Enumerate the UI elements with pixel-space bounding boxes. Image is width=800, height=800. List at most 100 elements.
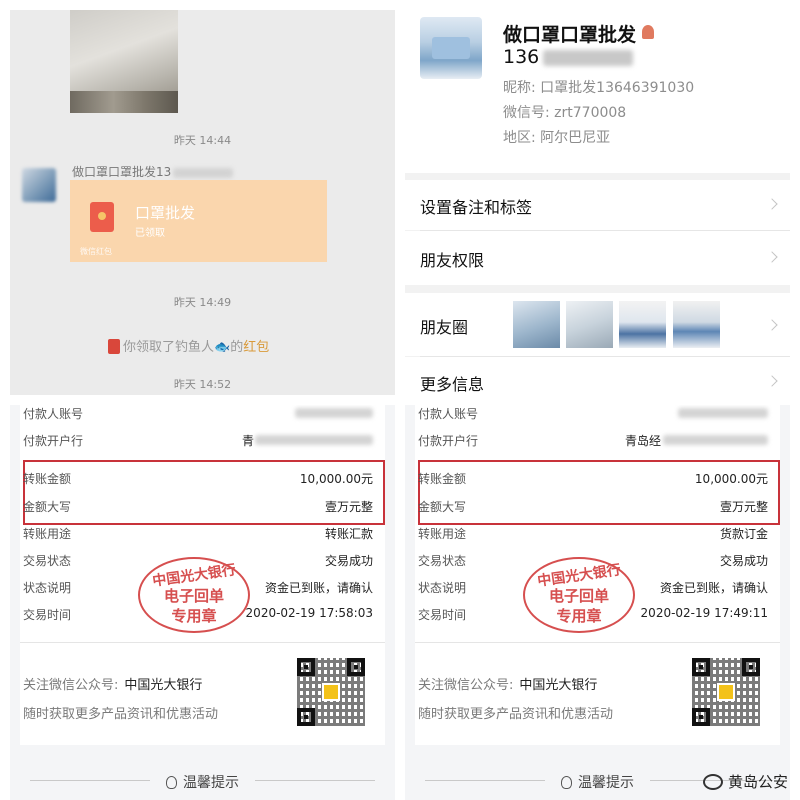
bank-logo-icon — [717, 683, 735, 701]
profile-avatar[interactable] — [420, 17, 482, 79]
moments-photo[interactable] — [513, 301, 560, 348]
qr-finder — [692, 658, 710, 676]
profile-name-text: 做口罩口罩批发 — [503, 24, 637, 46]
payer-account-label: 付款人账号 — [418, 407, 479, 421]
red-packet-footer: 微信红包 — [80, 247, 112, 256]
profile-nickname: 昵称: 口罩批发13646391030 — [503, 80, 695, 96]
promo-text: 随时获取更多产品资讯和优惠活动 — [418, 707, 614, 722]
chevron-right-icon — [766, 198, 778, 210]
police-watermark: 黄岛公安 — [702, 771, 788, 792]
purpose-label: 转账用途 — [23, 527, 72, 541]
timestamp: 昨天 14:44 — [173, 134, 232, 147]
amount-upper-label: 金额大写 — [23, 500, 72, 514]
bank-seal-stamp: 中国光大银行 电子回单 专用章 — [138, 557, 250, 633]
amount-upper-label: 金额大写 — [418, 500, 467, 514]
profile-phone-text: 136 — [503, 46, 540, 68]
menu-item-label: 设置备注和标签 — [420, 198, 533, 217]
red-packet-icon — [108, 339, 120, 354]
status-label: 交易状态 — [23, 554, 72, 568]
red-packet-title: 口罩批发 — [135, 204, 196, 222]
profile-wechat-id: 微信号: zrt770008 — [503, 105, 627, 121]
tip-title: 温馨提示 — [10, 772, 395, 792]
time-value: 2020-02-19 17:49:11 — [640, 606, 768, 620]
amount-label: 转账金额 — [23, 472, 72, 486]
qr-code[interactable] — [297, 658, 365, 726]
chevron-right-icon — [766, 319, 778, 331]
payer-bank-label: 付款开户行 — [23, 434, 84, 448]
desc-value: 资金已到账，请确认 — [264, 581, 373, 595]
notice-text: 的 — [230, 340, 244, 355]
red-packet-link[interactable]: 红包 — [243, 340, 269, 355]
amount-value: 10,000.00元 — [299, 472, 373, 486]
follow-value: 中国光大银行 — [124, 678, 203, 693]
chat-image-message[interactable] — [70, 10, 178, 113]
menu-item-label: 朋友权限 — [420, 251, 485, 270]
payer-bank-value: 青 — [241, 434, 254, 448]
qr-finder — [297, 708, 315, 726]
red-packet-status: 已领取 — [135, 228, 165, 239]
follow-value: 中国光大银行 — [519, 678, 598, 693]
payer-bank-value: 青岛经 — [624, 434, 661, 448]
qr-finder — [692, 708, 710, 726]
follow-account: 关注微信公众号: 中国光大银行 — [23, 674, 202, 693]
menu-item-label: 朋友圈 — [420, 318, 469, 337]
bank-receipt-1: 付款人账号 付款开户行 青 转账金额 10,000.00元 金额大写 壹万元整 … — [10, 405, 395, 800]
notice-text: 你领取了钓鱼人 — [123, 340, 215, 355]
red-packet-icon — [90, 202, 114, 232]
amount-upper-value: 壹万元整 — [324, 500, 373, 514]
profile-region: 地区: 阿尔巴尼亚 — [503, 130, 611, 146]
red-packet-message[interactable]: 口罩批发 已领取 微信红包 — [70, 180, 327, 262]
profile-phone: 136 — [503, 46, 634, 68]
redacted-account — [295, 408, 373, 418]
qr-finder — [297, 658, 315, 676]
qr-code[interactable] — [692, 658, 760, 726]
purpose-value: 货款订金 — [719, 527, 768, 541]
desc-label: 状态说明 — [418, 581, 467, 595]
lightbulb-icon — [561, 776, 572, 789]
timestamp: 昨天 14:49 — [173, 296, 232, 309]
stamp-text: 电子回单 — [548, 587, 609, 605]
amount-upper-value: 壹万元整 — [719, 500, 768, 514]
follow-label: 关注微信公众号: — [418, 678, 514, 693]
status-value: 交易成功 — [324, 554, 373, 568]
qr-finder — [742, 658, 760, 676]
bank-logo-icon — [322, 683, 340, 701]
time-label: 交易时间 — [23, 608, 72, 622]
bank-receipt-2: 付款人账号 付款开户行 青岛经 转账金额 10,000.00元 金额大写 壹万元… — [405, 405, 790, 800]
system-notice: 你领取了钓鱼人🐟的红包 — [108, 336, 269, 355]
redacted-bank — [663, 435, 768, 445]
sender-avatar[interactable] — [22, 168, 56, 202]
chevron-right-icon — [766, 375, 778, 387]
redacted-bank — [255, 435, 373, 445]
qr-finder — [347, 658, 365, 676]
tip-title-text: 温馨提示 — [183, 775, 239, 791]
amount-value: 10,000.00元 — [694, 472, 768, 486]
chat-panel: 昨天 14:44 做口罩口罩批发13 口罩批发 已领取 微信红包 昨天 14:4… — [10, 10, 395, 395]
divider — [415, 642, 780, 643]
profile-header: 做口罩口罩批发 136 昵称: 口罩批发13646391030 微信号: zrt… — [405, 10, 790, 173]
divider — [20, 642, 385, 643]
payer-account-label: 付款人账号 — [23, 407, 84, 421]
moments-photo[interactable] — [673, 301, 720, 348]
follow-account: 关注微信公众号: 中国光大银行 — [418, 674, 597, 693]
moments-photo[interactable] — [566, 301, 613, 348]
desc-value: 资金已到账，请确认 — [659, 581, 768, 595]
purpose-value: 转账汇款 — [324, 527, 373, 541]
gender-female-icon — [642, 25, 655, 39]
moments-photo[interactable] — [619, 301, 666, 348]
wechat-logo-icon — [702, 774, 723, 790]
menu-item-permissions[interactable]: 朋友权限 — [405, 231, 790, 285]
chevron-right-icon — [766, 251, 778, 263]
amount-label: 转账金额 — [418, 472, 467, 486]
tip-header: 温馨提示 — [10, 771, 395, 791]
watermark-text: 黄岛公安 — [727, 773, 788, 791]
stamp-text: 专用章 — [171, 607, 217, 625]
menu-item-remark[interactable]: 设置备注和标签 — [405, 180, 790, 230]
promo-text: 随时获取更多产品资讯和优惠活动 — [23, 707, 219, 722]
menu-item-more-info[interactable]: 更多信息 — [405, 357, 790, 395]
lightbulb-icon — [166, 776, 177, 789]
bank-seal-stamp: 中国光大银行 电子回单 专用章 — [523, 557, 635, 633]
fish-emoji-icon: 🐟 — [214, 340, 231, 355]
time-value: 2020-02-19 17:58:03 — [245, 606, 373, 620]
desc-label: 状态说明 — [23, 581, 72, 595]
